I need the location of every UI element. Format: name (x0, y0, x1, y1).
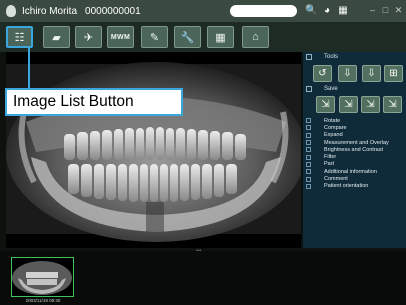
grid-tool-button[interactable]: ⊞ (384, 65, 403, 82)
layout-icon: ▦ (215, 31, 226, 44)
save-icon: ⇲ (388, 99, 397, 110)
image-list-button[interactable]: ☷ (6, 26, 33, 48)
menu-item-additional-info[interactable]: Additional information (306, 168, 404, 175)
contrast-icon[interactable]: ◕ (321, 4, 333, 17)
app-icon (6, 5, 16, 17)
patient-name: Ichiro Morita (22, 5, 78, 17)
save-tool-button-1[interactable]: ⇲ (316, 96, 335, 113)
thumbnail-strip (0, 251, 406, 305)
download-icon: ⇩ (343, 68, 352, 79)
tools-label: Tools (324, 54, 339, 60)
tools-section-header[interactable]: Tools (306, 54, 338, 60)
save-label: Save (324, 86, 338, 92)
panoramic-xray-image (6, 62, 301, 242)
main-toolbar: ☷ ▰ ✈ MWM ✎ 🔧 ▦ ⌂ (0, 22, 406, 52)
thumbnail-date: 2003/11/19 09:30 (25, 298, 61, 303)
rotate-icon: ↺ (318, 68, 327, 79)
image-view-icon: ▰ (52, 31, 61, 44)
checkbox-icon (306, 169, 311, 175)
checkbox-icon (306, 125, 311, 131)
checkbox-icon (306, 140, 311, 146)
tools-button[interactable]: 🔧 (174, 26, 201, 48)
menu-item-expand[interactable]: Expand (306, 132, 404, 139)
menu-item-rotate[interactable]: Rotate (306, 117, 404, 124)
home-button[interactable]: ⌂ (242, 26, 269, 48)
search-input[interactable] (230, 5, 297, 17)
home-icon: ⌂ (252, 31, 259, 43)
thumbnail-xray-image (12, 261, 72, 295)
grid-icon[interactable]: ▦ (337, 4, 349, 17)
image-view-button[interactable]: ▰ (43, 26, 70, 48)
layout-button[interactable]: ▦ (207, 26, 234, 48)
save-icon: ⇲ (321, 99, 330, 110)
menu-item-measurement[interactable]: Measurement and Overlay (306, 139, 404, 146)
grid-icon: ⊞ (389, 68, 398, 79)
mwm-button[interactable]: MWM (107, 26, 134, 48)
checkbox-icon (306, 118, 311, 124)
download-tool-button[interactable]: ⇩ (338, 65, 357, 82)
checkbox-icon (306, 161, 311, 167)
capture-icon: ✈ (83, 31, 94, 44)
thumbnail-item[interactable] (11, 257, 74, 297)
export-tool-button[interactable]: ⇩ (362, 65, 381, 82)
edit-button[interactable]: ✎ (141, 26, 168, 48)
patient-id: 0000000001 (85, 5, 141, 17)
save-tool-button-2[interactable]: ⇲ (339, 96, 358, 113)
title-bar: Ichiro Morita 0000000001 🔍 ◕ ▦ – □ ✕ (0, 0, 406, 22)
menu-item-brightness[interactable]: Brightness and Contrast (306, 146, 404, 153)
menu-item-patient-orientation[interactable]: Patient orientation (306, 183, 404, 190)
save-tool-button-3[interactable]: ⇲ (361, 96, 380, 113)
save-tool-button-4[interactable]: ⇲ (383, 96, 402, 113)
mwm-label: MWM (110, 33, 131, 41)
save-icon: ⇲ (344, 99, 353, 110)
zoom-icon[interactable]: 🔍 (305, 4, 317, 17)
callout-line (28, 46, 30, 90)
menu-item-comment[interactable]: Comment (306, 175, 404, 182)
collapse-icon (306, 54, 312, 60)
export-icon: ⇩ (367, 68, 376, 79)
minimize-icon[interactable]: – (368, 4, 377, 16)
checkbox-icon (306, 132, 311, 138)
wrench-icon: 🔧 (180, 31, 195, 44)
checkbox-icon (306, 183, 311, 189)
menu-item-filter[interactable]: Filter (306, 153, 404, 160)
edit-icon: ✎ (149, 31, 160, 44)
collapse-icon (306, 86, 312, 92)
save-section-header[interactable]: Save (306, 86, 338, 92)
checkbox-icon (306, 147, 311, 153)
callout-label: Image List Button (5, 88, 183, 116)
function-menu: Rotate Compare Expand Measurement and Ov… (306, 117, 404, 190)
menu-item-compare[interactable]: Compare (306, 124, 404, 131)
image-list-icon: ☷ (14, 31, 25, 44)
xray-image-viewer[interactable] (6, 52, 301, 248)
save-icon: ⇲ (366, 99, 375, 110)
capture-button[interactable]: ✈ (75, 26, 102, 48)
checkbox-icon (306, 176, 311, 182)
close-icon[interactable]: ✕ (394, 4, 403, 16)
restore-icon[interactable]: □ (381, 4, 390, 16)
rotate-tool-button[interactable]: ↺ (313, 65, 332, 82)
checkbox-icon (306, 154, 311, 160)
menu-item-part[interactable]: Part (306, 161, 404, 168)
